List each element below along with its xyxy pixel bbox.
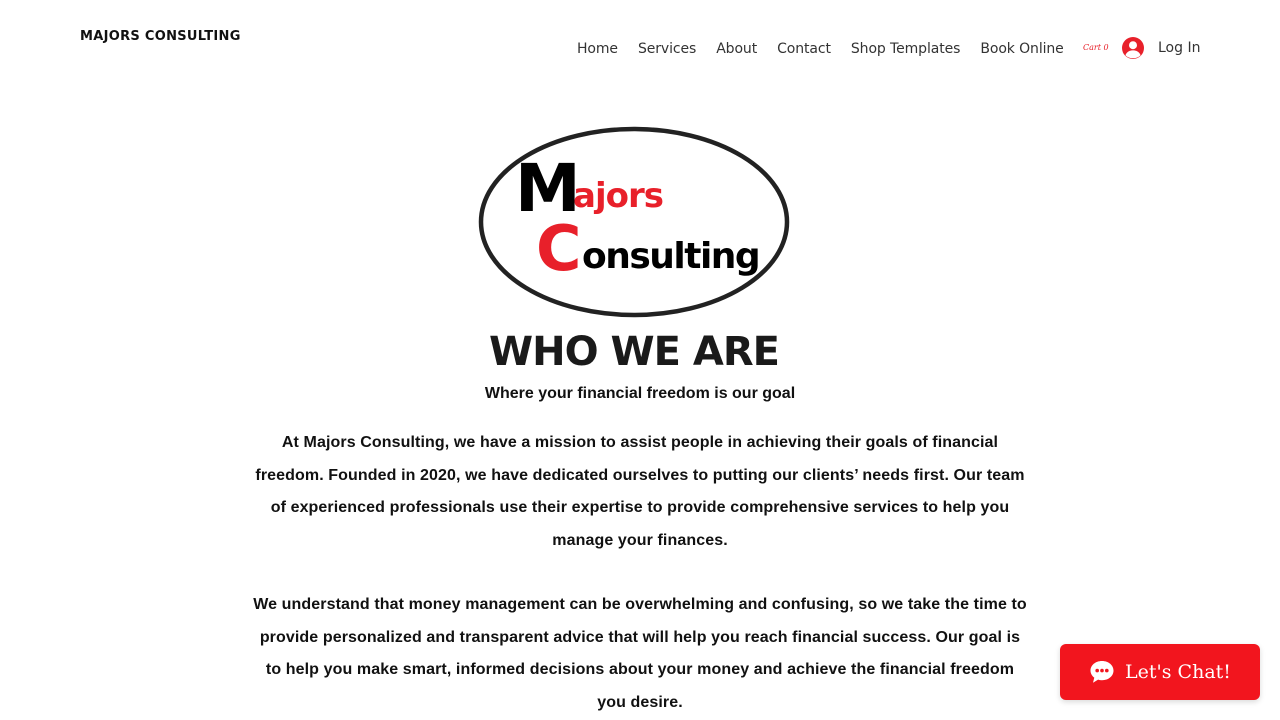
chat-button[interactable]: Let's Chat! <box>1060 644 1260 700</box>
page-title: WHO WE ARE <box>489 329 780 375</box>
login-button[interactable]: Log In <box>1121 36 1200 60</box>
nav-book-online[interactable]: Book Online <box>970 41 1073 57</box>
nav-shop-templates[interactable]: Shop Templates <box>841 41 970 57</box>
page-subtitle: Where your financial freedom is our goal <box>484 385 796 402</box>
majors-consulting-logo: M ajors C onsulting <box>478 126 790 318</box>
nav-contact[interactable]: Contact <box>767 41 841 57</box>
logo-word-ajors: ajors <box>573 176 663 216</box>
about-paragraph-1: At Majors Consulting, we have a mission … <box>255 434 1025 549</box>
nav-about[interactable]: About <box>706 41 767 57</box>
logo-word-onsulting: onsulting <box>582 236 759 277</box>
about-paragraph-2: We understand that money management can … <box>253 596 1027 711</box>
cart-label: Cart <box>1083 43 1101 52</box>
logo-letter-c: C <box>536 212 582 285</box>
login-label: Log In <box>1158 40 1201 56</box>
user-avatar-icon <box>1122 37 1144 59</box>
nav-home[interactable]: Home <box>567 41 628 57</box>
cart-count: 0 <box>1103 43 1109 52</box>
nav-services[interactable]: Services <box>628 41 706 57</box>
chat-bubble-icon <box>1090 661 1114 683</box>
site-brand[interactable]: MAJORS CONSULTING <box>80 29 241 44</box>
main-nav: Home Services About Contact Shop Templat… <box>567 39 1074 59</box>
cart-button[interactable]: Cart 0 <box>1083 43 1109 52</box>
chat-label: Let's Chat! <box>1125 661 1231 683</box>
